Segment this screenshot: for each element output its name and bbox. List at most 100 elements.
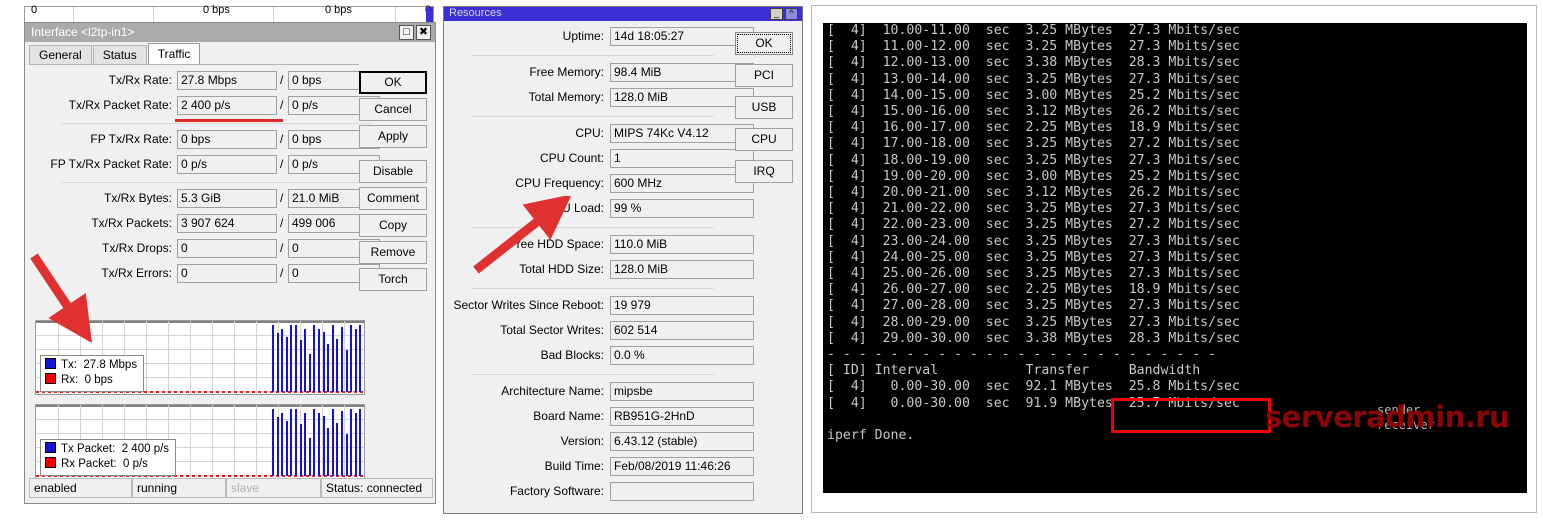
interface-status-bar: enabled running slave Status: connected <box>29 478 433 498</box>
status-cell: Status: connected <box>321 478 433 498</box>
field-separator: / <box>280 216 284 230</box>
field-label: Factory Software: <box>509 484 604 498</box>
field-value[interactable]: 0.0 % <box>610 346 754 365</box>
tx-value-field[interactable]: 2 400 p/s <box>177 96 277 115</box>
field-value[interactable]: 600 MHz <box>610 174 754 193</box>
form-separator <box>472 288 714 289</box>
tab-status[interactable]: Status <box>92 45 147 64</box>
background-cell-2: 0 bps <box>325 4 352 16</box>
field-value[interactable]: 99 % <box>610 199 754 218</box>
form-row: CPU Load: 99 % <box>444 199 754 224</box>
form-row: CPU Count: 1 <box>444 149 754 174</box>
field-separator: / <box>280 98 284 112</box>
legend-swatch-icon <box>45 457 56 468</box>
field-separator: / <box>280 73 284 87</box>
interface-traffic-form: Tx/Rx Rate: 27.8 Mbps/0 bps Tx/Rx Packet R… <box>25 71 381 289</box>
legend-value: 0 bps <box>84 374 113 386</box>
form-row: Tx/Rx Drops: 0/0 <box>25 239 381 264</box>
tx-rate-underline-annotation <box>175 119 283 122</box>
legend-label: Tx Packet: <box>61 443 116 455</box>
ok-button[interactable]: OK <box>359 71 427 94</box>
interface-tabs: General Status Traffic <box>29 43 201 65</box>
field-value[interactable]: 14d 18:05:27 <box>610 27 754 46</box>
form-row: Total HDD Size: 128.0 MiB <box>444 260 754 285</box>
terminal-output: [ 4] 10.00-11.00 sec 3.25 MBytes 27.3 Mb… <box>827 23 1240 444</box>
field-separator: / <box>280 266 284 280</box>
form-row: Board Name: RB951G-2HnD <box>444 407 754 432</box>
field-separator: / <box>280 191 284 205</box>
tx-value-field[interactable]: 3 907 624 <box>177 214 277 233</box>
tx-value-field[interactable]: 0 <box>177 239 277 258</box>
form-row: Total Sector Writes: 602 514 <box>444 321 754 346</box>
tx-value-field[interactable]: 0 bps <box>177 130 277 149</box>
legend-item: Tx Packet: 2 400 p/s <box>45 442 169 457</box>
form-row: Uptime: 14d 18:05:27 <box>444 27 754 52</box>
close-icon[interactable]: ^ <box>785 8 798 20</box>
field-value[interactable]: RB951G-2HnD <box>610 407 754 426</box>
tab-general[interactable]: General <box>29 45 92 64</box>
field-label: Tx/Rx Drops: <box>101 241 172 255</box>
copy-button[interactable]: Copy <box>359 214 427 237</box>
field-value[interactable] <box>610 482 754 501</box>
field-value[interactable]: 19 979 <box>610 296 754 315</box>
legend-label: Tx: <box>61 359 77 371</box>
status-cell: enabled <box>29 478 132 498</box>
field-value[interactable]: 6.43.12 (stable) <box>610 432 754 451</box>
legend-value: 2 400 p/s <box>121 443 170 455</box>
field-value[interactable]: 1 <box>610 149 754 168</box>
pci-button[interactable]: PCI <box>735 64 793 87</box>
field-label: Total HDD Size: <box>519 262 604 276</box>
field-label: Build Time: <box>544 459 604 473</box>
comment-button[interactable]: Comment <box>359 187 427 210</box>
form-row: Version: 6.43.12 (stable) <box>444 432 754 457</box>
field-label: CPU: <box>575 126 604 140</box>
irq-button[interactable]: IRQ <box>735 160 793 183</box>
resources-form: Uptime: 14d 18:05:27 Free Memory: 98.4 MiB T… <box>444 27 754 507</box>
field-value[interactable]: 128.0 MiB <box>610 260 754 279</box>
form-separator <box>472 227 714 228</box>
torch-button[interactable]: Torch <box>359 268 427 291</box>
usb-button[interactable]: USB <box>735 96 793 119</box>
remove-button[interactable]: Remove <box>359 241 427 264</box>
legend-value: 27.8 Mbps <box>83 359 138 371</box>
close-icon[interactable]: ✖ <box>416 25 431 40</box>
legend-label: Rx: <box>61 374 79 386</box>
tab-traffic[interactable]: Traffic <box>147 43 201 64</box>
field-label: Free Memory: <box>529 65 604 79</box>
tx-value-field[interactable]: 0 <box>177 264 277 283</box>
cancel-button[interactable]: Cancel <box>359 98 427 121</box>
restore-icon[interactable]: □ <box>399 25 414 40</box>
field-value[interactable]: MIPS 74Kc V4.12 <box>610 124 754 143</box>
disable-button[interactable]: Disable <box>359 160 427 183</box>
field-label: FP Tx/Rx Rate: <box>90 132 172 146</box>
field-value[interactable]: Feb/08/2019 11:46:26 <box>610 457 754 476</box>
form-row: Build Time: Feb/08/2019 11:46:26 <box>444 457 754 482</box>
cpu-button[interactable]: CPU <box>735 128 793 151</box>
field-value[interactable]: 110.0 MiB <box>610 235 754 254</box>
interface-window-title: Interface <l2tp-in1> <box>31 25 135 39</box>
legend-item: Rx: 0 bps <box>45 373 137 388</box>
field-separator: / <box>280 132 284 146</box>
field-value[interactable]: 98.4 MiB <box>610 63 754 82</box>
tx-value-field[interactable]: 0 p/s <box>177 155 277 174</box>
form-row: CPU Frequency: 600 MHz <box>444 174 754 199</box>
resources-title-bar[interactable]: Resources _ ^ <box>444 7 802 21</box>
apply-button[interactable]: Apply <box>359 125 427 148</box>
field-label: CPU Count: <box>539 151 604 165</box>
tx-value-field[interactable]: 5.3 GiB <box>177 189 277 208</box>
graph-legend: Tx Packet: 2 400 p/s Rx Packet: 0 p/s <box>40 439 177 476</box>
field-label: Tx/Rx Bytes: <box>103 191 172 205</box>
form-row: Tx/Rx Packet Rate: 2 400 p/s/0 p/s <box>25 96 381 121</box>
status-cell: slave <box>226 478 321 498</box>
field-value[interactable]: 602 514 <box>610 321 754 340</box>
interface-title-bar[interactable]: Interface <l2tp-in1> □ ✖ <box>25 23 435 42</box>
minimize-icon[interactable]: _ <box>770 8 783 20</box>
field-value[interactable]: mipsbe <box>610 382 754 401</box>
legend-swatch-icon <box>45 442 56 453</box>
form-separator <box>472 374 714 375</box>
ok-button[interactable]: OK <box>735 32 793 55</box>
terminal-window: [ 4] 10.00-11.00 sec 3.25 MBytes 27.3 Mb… <box>811 5 1537 513</box>
field-label: Total Memory: <box>528 90 604 104</box>
tx-value-field[interactable]: 27.8 Mbps <box>177 71 277 90</box>
field-value[interactable]: 128.0 MiB <box>610 88 754 107</box>
